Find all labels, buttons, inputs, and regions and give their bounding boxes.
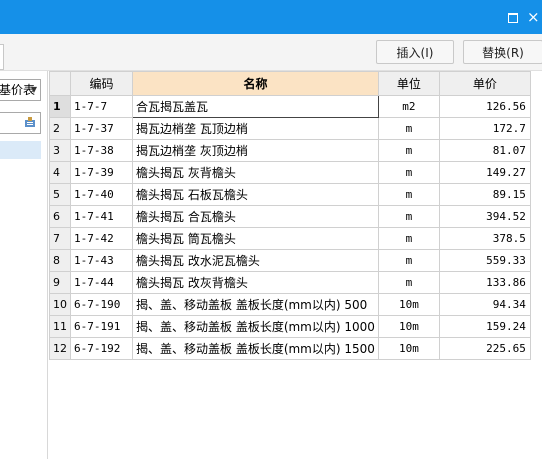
price-cell[interactable]: 159.24 [438, 315, 531, 338]
code-cell[interactable]: 1-7-38 [70, 139, 133, 162]
code-cell[interactable]: 6-7-190 [70, 293, 133, 316]
row-number[interactable]: 1 [49, 95, 71, 118]
name-cell[interactable]: 揭瓦边梢垄 灰顶边梢 [132, 139, 379, 162]
locate-icon[interactable] [24, 116, 36, 128]
table-row[interactable]: 4 1-7-39 檐头揭瓦 灰背檐头 m 149.27 [49, 161, 531, 184]
table-row[interactable]: 11 6-7-191 揭、盖、移动盖板 盖板长度(mm以内) 1000 10m 159.… [49, 315, 531, 338]
unit-cell[interactable]: m [377, 139, 440, 162]
table-row[interactable]: 5 1-7-40 檐头揭瓦 石板瓦檐头 m 89.15 [49, 183, 531, 206]
row-number[interactable]: 4 [49, 161, 71, 184]
name-cell[interactable]: 檐头揭瓦 筒瓦檐头 [132, 227, 379, 250]
name-cell[interactable]: 檐头揭瓦 灰背檐头 [132, 161, 379, 184]
code-cell[interactable]: 6-7-192 [70, 337, 133, 360]
row-number[interactable]: 10 [49, 293, 71, 316]
table-row[interactable]: 9 1-7-44 檐头揭瓦 改灰背檐头 m 133.86 [49, 271, 531, 294]
price-cell[interactable]: 378.5 [438, 227, 531, 250]
name-cell[interactable]: 合瓦揭瓦盖瓦 [132, 95, 379, 118]
name-cell[interactable]: 檐头揭瓦 改灰背檐头 [132, 271, 379, 294]
column-header-unit[interactable]: 单位 [377, 71, 440, 96]
insert-button[interactable]: 插入(I) [376, 40, 454, 64]
price-cell[interactable]: 126.56 [438, 95, 531, 118]
row-number[interactable]: 6 [49, 205, 71, 228]
column-header-name[interactable]: 名称 [132, 71, 379, 96]
row-number[interactable]: 3 [49, 139, 71, 162]
unit-cell[interactable]: m [377, 183, 440, 206]
table-row[interactable]: 12 6-7-192 揭、盖、移动盖板 盖板长度(mm以内) 1500 10m 225.… [49, 337, 531, 360]
code-cell[interactable]: 6-7-191 [70, 315, 133, 338]
price-cell[interactable]: 172.7 [438, 117, 531, 140]
unit-cell[interactable]: m [377, 227, 440, 250]
code-cell[interactable]: 1-7-43 [70, 249, 133, 272]
row-number[interactable]: 11 [49, 315, 71, 338]
price-cell[interactable]: 559.33 [438, 249, 531, 272]
table-row[interactable]: 1 1-7-7 合瓦揭瓦盖瓦 m2 126.56 [49, 95, 531, 118]
row-number[interactable]: 9 [49, 271, 71, 294]
title-bar: × [0, 0, 542, 34]
replace-button[interactable]: 替换(R) [463, 40, 542, 64]
table-header-row: 编码 名称 单位 单价 [49, 71, 531, 96]
price-cell[interactable]: 81.07 [438, 139, 531, 162]
corner-cell[interactable] [49, 71, 71, 96]
quota-table: 编码 名称 单位 单价 1 1-7-7 合瓦揭瓦盖瓦 m2 126.56 2 1-7-37 揭… [49, 71, 531, 360]
code-cell[interactable]: 1-7-44 [70, 271, 133, 294]
name-cell[interactable]: 檐头揭瓦 合瓦檐头 [132, 205, 379, 228]
name-cell[interactable]: 檐头揭瓦 改水泥瓦檐头 [132, 249, 379, 272]
unit-cell[interactable]: m [377, 205, 440, 228]
search-input[interactable] [0, 112, 41, 134]
row-number[interactable]: 5 [49, 183, 71, 206]
left-panel: 基价表 ▼ [0, 71, 48, 459]
name-cell[interactable]: 揭、盖、移动盖板 盖板长度(mm以内) 1000 [132, 315, 379, 338]
toolbar-tab-stub[interactable] [0, 44, 4, 70]
category-dropdown[interactable]: 基价表 ▼ [0, 79, 41, 101]
unit-cell[interactable]: m [377, 161, 440, 184]
table-row[interactable]: 2 1-7-37 揭瓦边梢垄 瓦顶边梢 m 172.7 [49, 117, 531, 140]
unit-cell[interactable]: m [377, 271, 440, 294]
unit-cell[interactable]: 10m [377, 293, 440, 316]
unit-cell[interactable]: m [377, 249, 440, 272]
price-cell[interactable]: 149.27 [438, 161, 531, 184]
row-number[interactable]: 8 [49, 249, 71, 272]
code-cell[interactable]: 1-7-39 [70, 161, 133, 184]
table-row[interactable]: 6 1-7-41 檐头揭瓦 合瓦檐头 m 394.52 [49, 205, 531, 228]
code-cell[interactable]: 1-7-42 [70, 227, 133, 250]
row-number[interactable]: 12 [49, 337, 71, 360]
tree-item-selected[interactable] [0, 141, 41, 159]
table-row[interactable]: 8 1-7-43 檐头揭瓦 改水泥瓦檐头 m 559.33 [49, 249, 531, 272]
name-cell[interactable]: 揭、盖、移动盖板 盖板长度(mm以内) 1500 [132, 337, 379, 360]
code-cell[interactable]: 1-7-41 [70, 205, 133, 228]
price-cell[interactable]: 225.65 [438, 337, 531, 360]
code-cell[interactable]: 1-7-40 [70, 183, 133, 206]
code-cell[interactable]: 1-7-37 [70, 117, 133, 140]
price-cell[interactable]: 133.86 [438, 271, 531, 294]
price-cell[interactable]: 394.52 [438, 205, 531, 228]
name-cell[interactable]: 揭瓦边梢垄 瓦顶边梢 [132, 117, 379, 140]
table-row[interactable]: 7 1-7-42 檐头揭瓦 筒瓦檐头 m 378.5 [49, 227, 531, 250]
category-dropdown-value: 基价表 [0, 83, 36, 97]
close-icon[interactable]: × [527, 10, 540, 25]
table-row[interactable]: 10 6-7-190 揭、盖、移动盖板 盖板长度(mm以内) 500 10m 94.34 [49, 293, 531, 316]
column-header-price[interactable]: 单价 [438, 71, 531, 96]
row-number[interactable]: 7 [49, 227, 71, 250]
unit-cell[interactable]: m2 [377, 95, 440, 118]
price-cell[interactable]: 89.15 [438, 183, 531, 206]
row-number[interactable]: 2 [49, 117, 71, 140]
name-cell[interactable]: 揭、盖、移动盖板 盖板长度(mm以内) 500 [132, 293, 379, 316]
toolbar [0, 34, 542, 71]
chevron-down-icon[interactable]: ▼ [31, 80, 37, 100]
price-cell[interactable]: 94.34 [438, 293, 531, 316]
table-row[interactable]: 3 1-7-38 揭瓦边梢垄 灰顶边梢 m 81.07 [49, 139, 531, 162]
unit-cell[interactable]: 10m [377, 337, 440, 360]
name-cell[interactable]: 檐头揭瓦 石板瓦檐头 [132, 183, 379, 206]
unit-cell[interactable]: m [377, 117, 440, 140]
code-cell[interactable]: 1-7-7 [70, 95, 133, 118]
maximize-icon[interactable] [507, 11, 519, 23]
column-header-code[interactable]: 编码 [70, 71, 133, 96]
unit-cell[interactable]: 10m [377, 315, 440, 338]
